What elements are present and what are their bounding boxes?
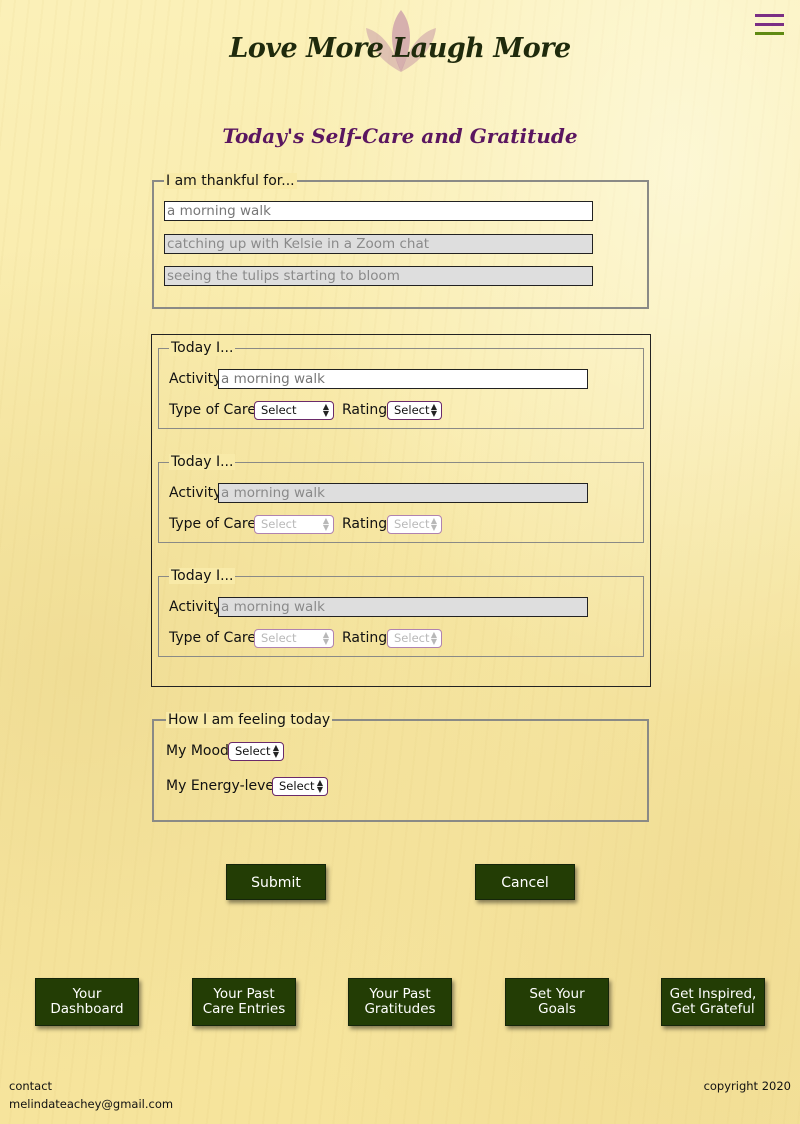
nav-line1: Your (72, 986, 102, 1002)
care-entry: Today I... Activity a morning walk Type … (158, 340, 644, 429)
nav-line1: Your Past (213, 986, 275, 1002)
activity-input[interactable]: a morning walk (218, 369, 588, 389)
gratitude-input-1[interactable]: a morning walk (164, 201, 593, 221)
nav-your-dashboard-button[interactable]: Your Dashboard (35, 978, 139, 1026)
mood-select[interactable]: Select ▲ ▼ (228, 742, 284, 761)
mood-value: Select (235, 744, 271, 758)
footer-copyright: copyright 2020 (703, 1079, 791, 1093)
energy-value: Select (279, 779, 315, 793)
type-of-care-select[interactable]: Select ▲ ▼ (254, 401, 334, 420)
rating-label: Rating (342, 402, 388, 418)
cancel-button[interactable]: Cancel (475, 864, 575, 900)
select-arrows-icon: ▲ ▼ (430, 630, 437, 646)
gratitude-legend: I am thankful for... (164, 173, 297, 189)
type-of-care-label: Type of Care (169, 402, 256, 418)
care-entry: Today I... Activity a morning walk Type … (158, 454, 644, 543)
page-title: Today's Self-Care and Gratitude (222, 124, 578, 148)
type-of-care-label: Type of Care (169, 516, 256, 532)
care-entry-legend: Today I... (169, 454, 236, 470)
type-of-care-value: Select (261, 631, 297, 645)
activity-input[interactable]: a morning walk (218, 597, 588, 617)
rating-value: Select (394, 631, 430, 645)
rating-select[interactable]: Select ▲ ▼ (387, 401, 442, 420)
nav-past-care-entries-button[interactable]: Your Past Care Entries (192, 978, 296, 1026)
activity-label: Activity (169, 485, 222, 501)
nav-line1: Set Your (529, 986, 585, 1002)
activity-label: Activity (169, 599, 222, 615)
activity-label: Activity (169, 371, 222, 387)
nav-line2: Dashboard (50, 1001, 124, 1017)
select-arrows-icon: ▲ ▼ (322, 402, 329, 418)
nav-line1: Get Inspired, (669, 986, 757, 1002)
type-of-care-select[interactable]: Select ▲ ▼ (254, 629, 334, 648)
type-of-care-select[interactable]: Select ▲ ▼ (254, 515, 334, 534)
type-of-care-value: Select (261, 517, 297, 531)
mood-label: My Mood (166, 743, 229, 759)
select-arrows-icon: ▲ ▼ (322, 516, 329, 532)
select-arrows-icon: ▲ ▼ (322, 630, 329, 646)
footer-email-link[interactable]: melindateachey@gmail.com (9, 1097, 173, 1111)
energy-select[interactable]: Select ▲ ▼ (272, 777, 328, 796)
feeling-fieldset: How I am feeling today My Mood Select ▲ ▼… (152, 712, 649, 822)
care-section: Today I... Activity a morning walk Type … (151, 334, 651, 687)
care-entry-legend: Today I... (169, 340, 236, 356)
nav-line1: Your Past (369, 986, 431, 1002)
nav-line2: Care Entries (202, 1001, 286, 1017)
hamburger-menu-icon[interactable] (755, 14, 784, 38)
select-arrows-icon: ▲ ▼ (430, 402, 437, 418)
gratitude-input-2[interactable]: catching up with Kelsie in a Zoom chat (164, 234, 593, 254)
type-of-care-label: Type of Care (169, 630, 256, 646)
footer-contact-label: contact (9, 1079, 53, 1093)
rating-value: Select (394, 517, 430, 531)
type-of-care-value: Select (261, 403, 297, 417)
rating-select[interactable]: Select ▲ ▼ (387, 515, 442, 534)
select-arrows-icon: ▲ ▼ (272, 743, 279, 759)
submit-button[interactable]: Submit (226, 864, 326, 900)
gratitude-input-3[interactable]: seeing the tulips starting to bloom (164, 266, 593, 286)
energy-label: My Energy-level (166, 778, 278, 794)
select-arrows-icon: ▲ ▼ (316, 778, 323, 794)
feeling-legend: How I am feeling today (166, 712, 333, 728)
nav-past-gratitudes-button[interactable]: Your Past Gratitudes (348, 978, 452, 1026)
rating-label: Rating (342, 516, 388, 532)
care-entry-legend: Today I... (169, 568, 236, 584)
rating-value: Select (394, 403, 430, 417)
rating-label: Rating (342, 630, 388, 646)
care-entry: Today I... Activity a morning walk Type … (158, 568, 644, 657)
nav-set-goals-button[interactable]: Set Your Goals (505, 978, 609, 1026)
site-title: Love More Laugh More (229, 33, 571, 64)
activity-input[interactable]: a morning walk (218, 483, 588, 503)
nav-get-inspired-button[interactable]: Get Inspired, Get Grateful (661, 978, 765, 1026)
gratitude-fieldset: I am thankful for... a morning walk catc… (152, 173, 649, 309)
nav-line2: Get Grateful (671, 1001, 755, 1017)
select-arrows-icon: ▲ ▼ (430, 516, 437, 532)
rating-select[interactable]: Select ▲ ▼ (387, 629, 442, 648)
nav-line2: Goals (538, 1001, 576, 1017)
nav-line2: Gratitudes (364, 1001, 436, 1017)
